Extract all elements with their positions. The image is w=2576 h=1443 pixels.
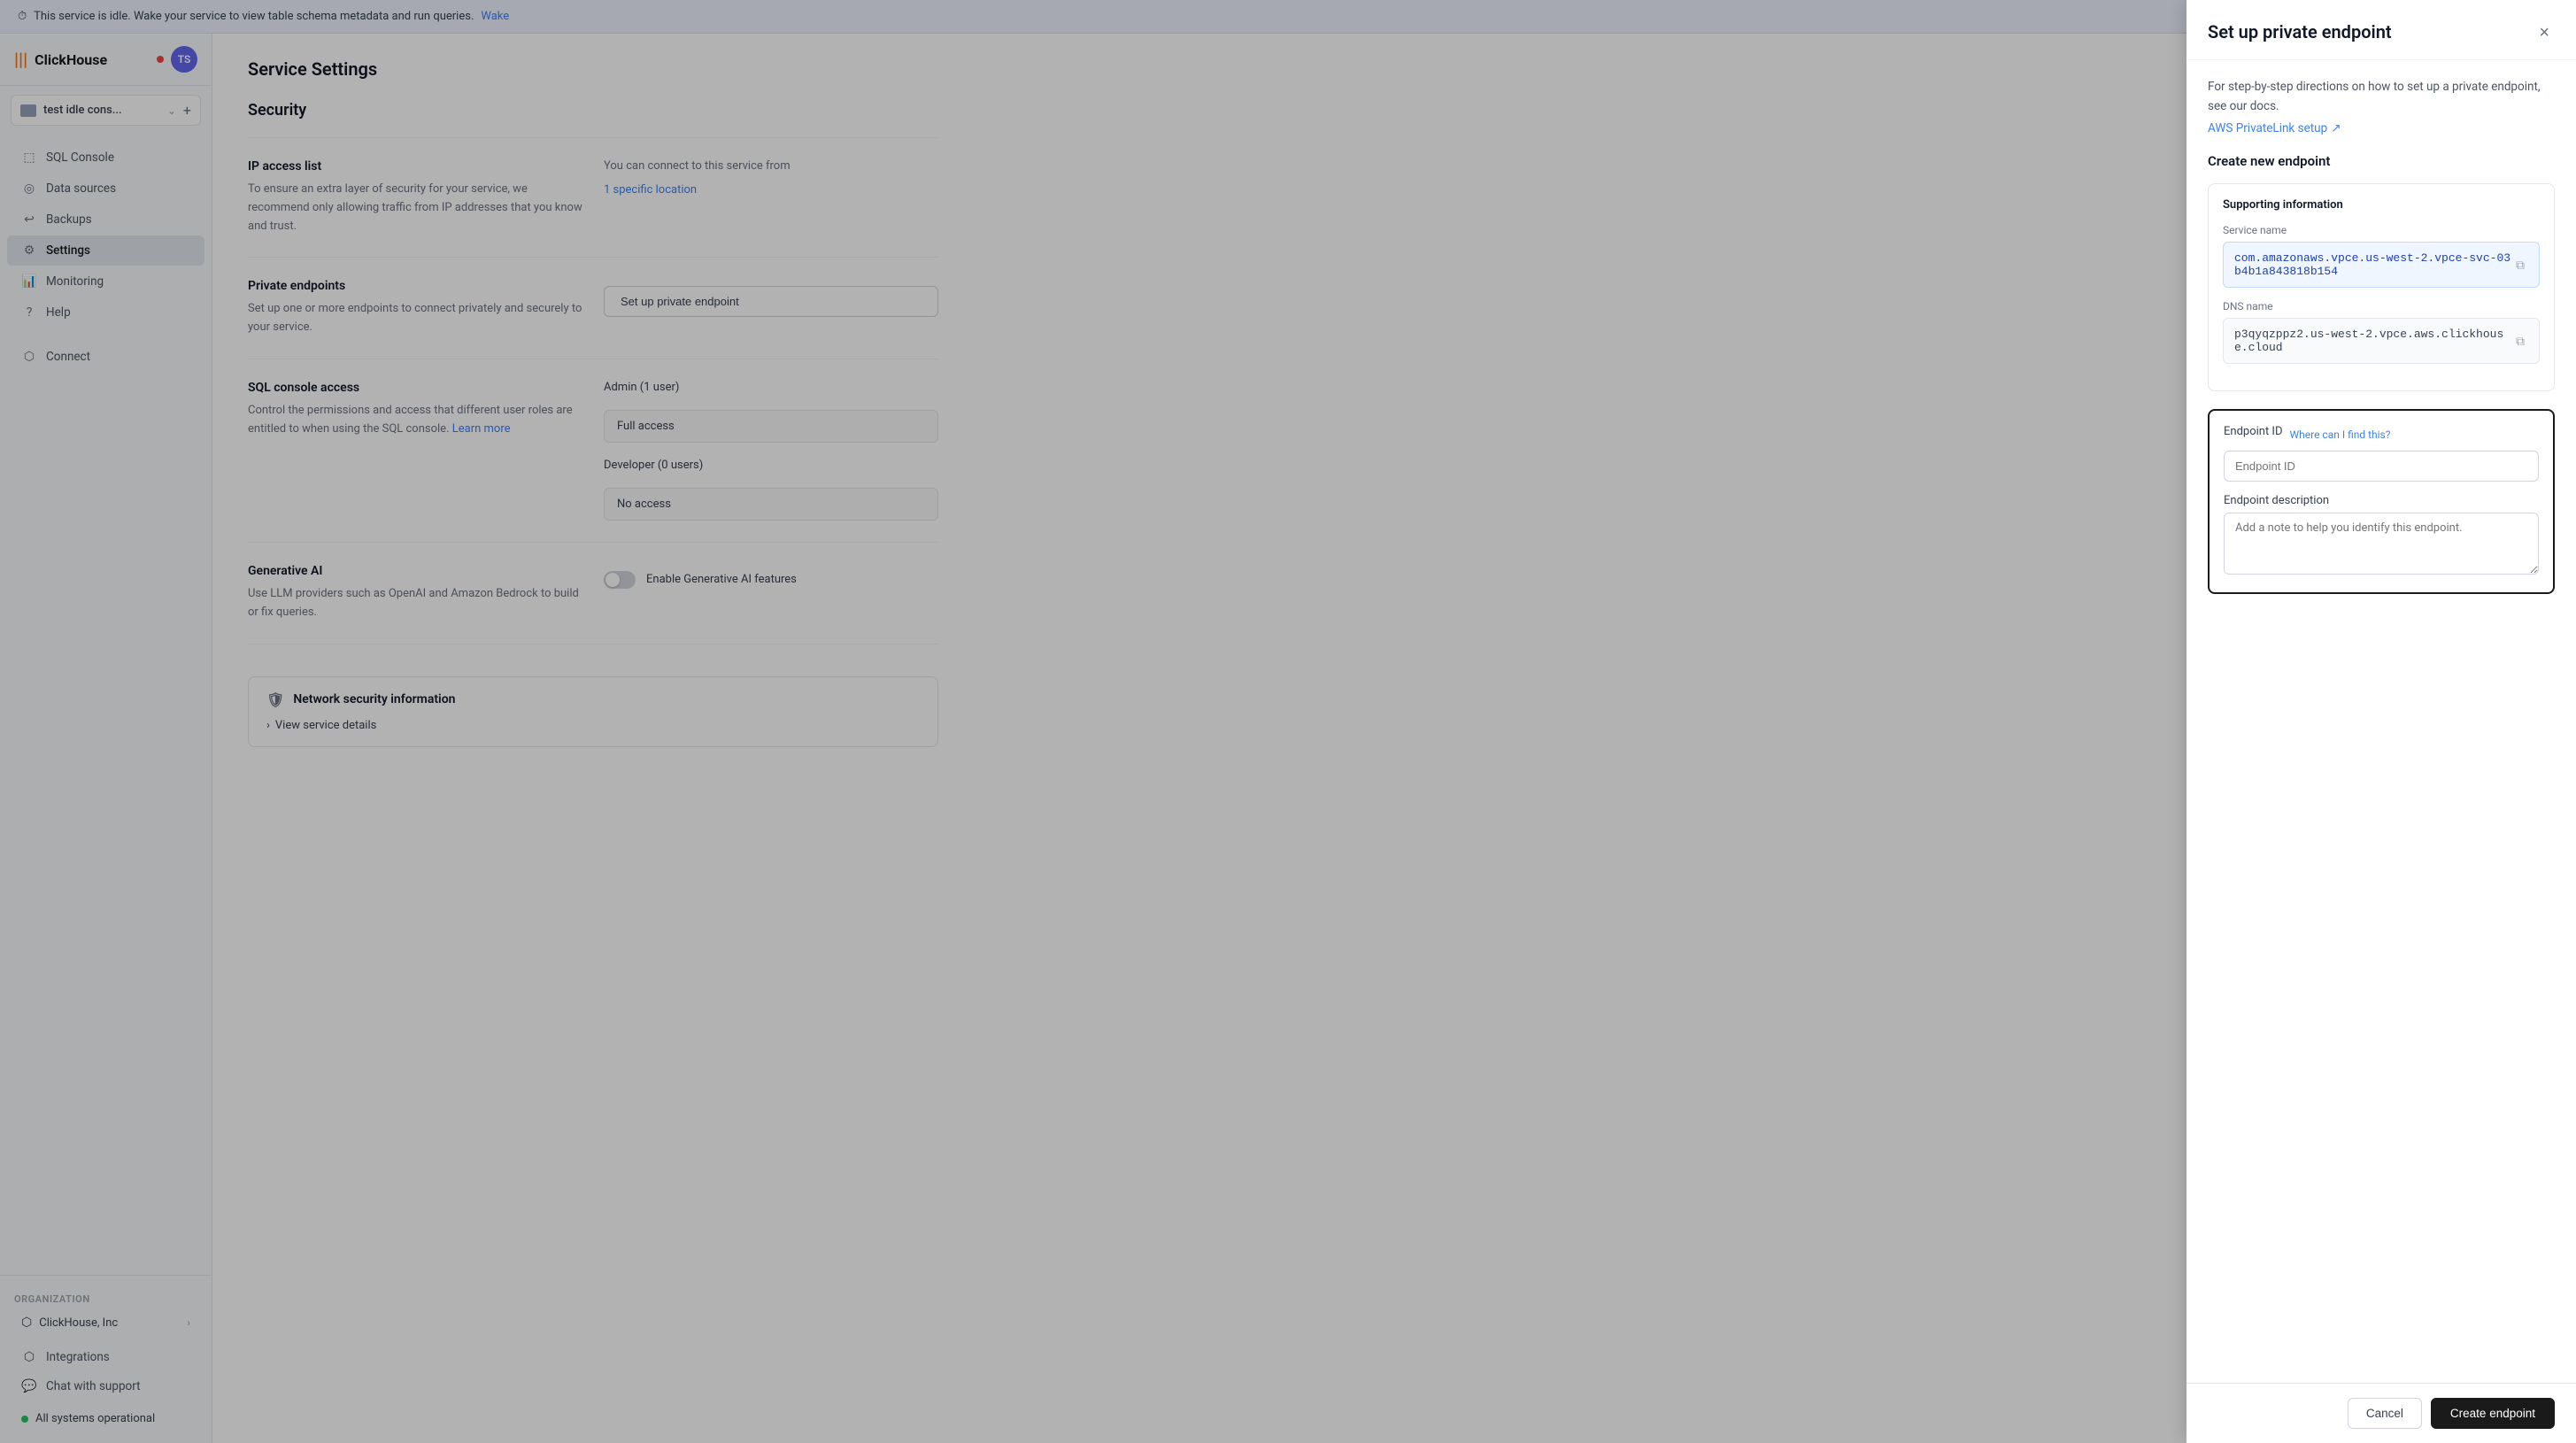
endpoint-id-label-row: Endpoint ID Where can I find this?: [2224, 425, 2539, 444]
endpoint-id-label: Endpoint ID: [2224, 425, 2283, 438]
panel-close-button[interactable]: ×: [2534, 21, 2555, 45]
supporting-info-box: Supporting information Service name com.…: [2208, 183, 2555, 391]
cancel-button[interactable]: Cancel: [2348, 1398, 2422, 1429]
external-link-icon: ↗: [2331, 121, 2341, 135]
endpoint-form-box: Endpoint ID Where can I find this? Endpo…: [2208, 409, 2555, 594]
create-endpoint-button[interactable]: Create endpoint: [2431, 1398, 2555, 1429]
where-to-find-link[interactable]: Where can I find this?: [2290, 428, 2391, 441]
dns-name-label: DNS name: [2223, 300, 2540, 313]
service-name-value: com.amazonaws.vpce.us-west-2.vpce-svc-03…: [2234, 251, 2512, 278]
aws-privatelink-link[interactable]: AWS PrivateLink setup ↗: [2208, 121, 2341, 135]
panel-header: Set up private endpoint ×: [2187, 0, 2576, 60]
panel-description: For step-by-step directions on how to se…: [2208, 78, 2555, 116]
panel-title: Set up private endpoint: [2208, 21, 2392, 42]
create-section-title: Create new endpoint: [2208, 153, 2555, 169]
endpoint-description-input[interactable]: [2224, 513, 2539, 575]
dns-name-value: p3qyqzppz2.us-west-2.vpce.aws.clickhouse…: [2234, 328, 2512, 354]
dns-name-value-box: p3qyqzppz2.us-west-2.vpce.aws.clickhouse…: [2223, 318, 2540, 364]
panel-link-text: AWS PrivateLink setup: [2208, 121, 2327, 135]
copy-service-name-button[interactable]: ⧉: [2512, 256, 2528, 274]
side-panel: Set up private endpoint × For step-by-st…: [2187, 0, 2576, 1443]
copy-dns-name-button[interactable]: ⧉: [2512, 332, 2528, 351]
endpoint-desc-label: Endpoint description: [2224, 494, 2539, 507]
supporting-info-title: Supporting information: [2223, 198, 2540, 212]
dns-name-row: DNS name p3qyqzppz2.us-west-2.vpce.aws.c…: [2223, 300, 2540, 364]
panel-body: For step-by-step directions on how to se…: [2187, 60, 2576, 1383]
service-name-label: Service name: [2223, 224, 2540, 236]
panel-footer: Cancel Create endpoint: [2187, 1383, 2576, 1443]
endpoint-id-input[interactable]: [2224, 451, 2539, 482]
service-name-value-box: com.amazonaws.vpce.us-west-2.vpce-svc-03…: [2223, 242, 2540, 288]
service-name-row: Service name com.amazonaws.vpce.us-west-…: [2223, 224, 2540, 288]
